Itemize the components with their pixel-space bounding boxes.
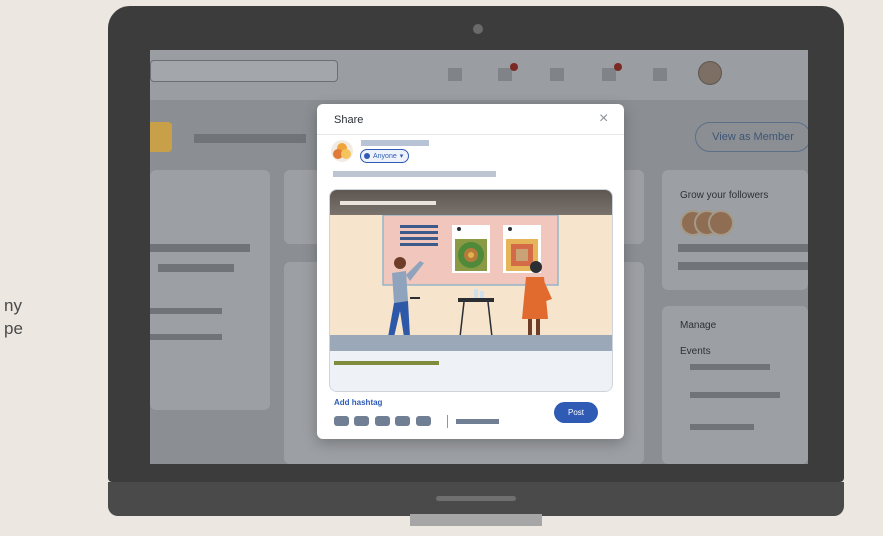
card-title-placeholder xyxy=(334,361,439,365)
gallery-illustration xyxy=(382,214,559,338)
modal-header: Share × xyxy=(317,104,624,135)
card-header xyxy=(330,190,612,215)
shared-post-card xyxy=(329,189,613,392)
card-footer xyxy=(330,351,612,391)
left-panel xyxy=(150,170,270,410)
visibility-dropdown[interactable]: Anyone ▾ xyxy=(360,149,410,163)
celebrate-icon[interactable] xyxy=(395,416,410,426)
left-panel-bar xyxy=(150,244,250,252)
toolbar-divider xyxy=(447,415,448,428)
background-text-line-1: ny xyxy=(4,296,22,315)
grow-followers-title: Grow your followers xyxy=(680,190,769,201)
floor xyxy=(330,335,612,351)
more-icon[interactable] xyxy=(416,416,431,426)
messaging-icon[interactable] xyxy=(602,68,616,81)
modal-title: Share xyxy=(334,114,364,126)
document-icon[interactable] xyxy=(375,416,390,426)
author-name-placeholder xyxy=(361,140,429,146)
events-link[interactable]: Events xyxy=(680,346,711,357)
laptop-base xyxy=(108,482,844,516)
jobs-icon[interactable] xyxy=(550,68,564,81)
left-panel-bar xyxy=(150,308,222,314)
background-text-line-2: pe xyxy=(4,319,23,338)
view-as-member-button[interactable]: View as Member xyxy=(695,122,808,152)
manage-bar xyxy=(690,364,770,370)
camera-icon xyxy=(473,24,483,34)
close-icon[interactable]: × xyxy=(599,111,613,127)
manage-bar xyxy=(690,392,780,398)
organization-logo xyxy=(150,122,172,152)
manage-title: Manage xyxy=(680,320,717,331)
grow-panel-bar xyxy=(678,244,808,252)
image-icon[interactable] xyxy=(334,416,349,426)
share-modal: Share × Anyone ▾ Add hashtag Post xyxy=(317,104,624,439)
follower-avatar xyxy=(708,210,734,236)
video-icon[interactable] xyxy=(354,416,369,426)
avatar[interactable] xyxy=(698,61,722,85)
grow-panel-bar xyxy=(678,262,808,270)
top-navigation xyxy=(150,50,808,100)
add-hashtag-link[interactable]: Add hashtag xyxy=(334,398,382,407)
left-panel-bar xyxy=(150,334,222,340)
illustration xyxy=(330,214,612,351)
chevron-down-icon: ▾ xyxy=(399,153,404,160)
left-panel-bar xyxy=(158,264,234,272)
search-input[interactable] xyxy=(150,60,338,82)
manage-bar xyxy=(690,424,754,430)
globe-icon xyxy=(364,153,370,159)
notifications-icon[interactable] xyxy=(653,68,667,81)
network-icon[interactable] xyxy=(498,68,512,81)
home-icon[interactable] xyxy=(448,68,462,81)
laptop-notch xyxy=(436,496,516,501)
comment-settings-placeholder[interactable] xyxy=(456,419,499,424)
author-logo-icon xyxy=(333,143,351,159)
notification-dot xyxy=(510,63,518,71)
laptop-stand xyxy=(410,514,542,526)
post-button[interactable]: Post xyxy=(554,402,598,423)
post-text-placeholder xyxy=(333,171,496,177)
notification-dot xyxy=(614,63,622,71)
author-avatar xyxy=(331,140,353,162)
page-name-placeholder xyxy=(194,134,306,143)
visibility-label: Anyone xyxy=(373,152,397,160)
